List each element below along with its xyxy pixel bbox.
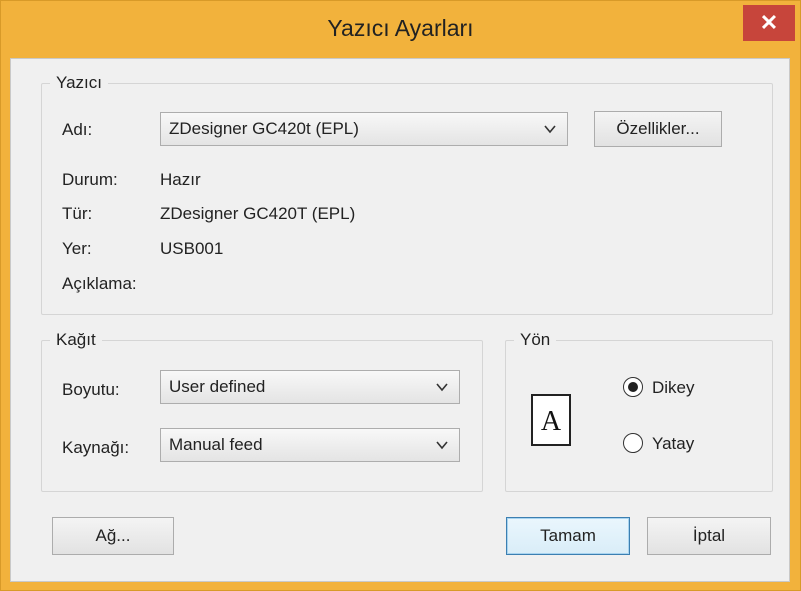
portrait-radio[interactable] <box>623 377 643 397</box>
portrait-label[interactable]: Dikey <box>652 378 695 398</box>
printer-name-select[interactable]: ZDesigner GC420t (EPL) <box>160 112 568 146</box>
landscape-radio[interactable] <box>623 433 643 453</box>
chevron-down-icon <box>544 125 556 134</box>
portrait-page-icon: A <box>531 394 571 446</box>
dialog-title: Yazıcı Ayarları <box>327 15 474 41</box>
ok-button-label: Tamam <box>540 526 596 545</box>
status-value: Hazır <box>160 170 201 189</box>
type-value: ZDesigner GC420T (EPL) <box>160 204 356 223</box>
type-label: Tür: <box>62 204 93 223</box>
orientation-group-legend: Yön <box>514 330 557 350</box>
page-icon-letter: A <box>541 406 562 437</box>
paper-size-value: User defined <box>169 377 266 396</box>
location-value: USB001 <box>160 239 224 258</box>
properties-button-label: Özellikler... <box>616 119 700 138</box>
close-icon: ✕ <box>759 10 779 35</box>
printer-name-value: ZDesigner GC420t (EPL) <box>169 119 359 138</box>
network-button[interactable]: Ağ... <box>52 517 174 555</box>
properties-button[interactable]: Özellikler... <box>594 111 722 147</box>
comment-label: Açıklama: <box>62 274 137 293</box>
chevron-down-icon <box>436 383 448 392</box>
status-label: Durum: <box>62 170 118 189</box>
location-label: Yer: <box>62 239 92 258</box>
landscape-label[interactable]: Yatay <box>652 434 694 454</box>
paper-source-value: Manual feed <box>169 435 263 454</box>
printer-name-label: Adı: <box>62 120 93 139</box>
paper-group-legend: Kağıt <box>50 330 102 350</box>
cancel-button-label: İptal <box>692 526 726 545</box>
paper-source-label: Kaynağı: <box>62 438 130 457</box>
printer-group-legend: Yazıcı <box>50 73 108 93</box>
paper-source-select[interactable]: Manual feed <box>160 428 460 462</box>
ok-button[interactable]: Tamam <box>506 517 630 555</box>
cancel-button[interactable]: İptal <box>647 517 771 555</box>
close-button[interactable]: ✕ <box>743 5 795 41</box>
chevron-down-icon <box>436 441 448 450</box>
paper-size-label: Boyutu: <box>62 380 120 399</box>
title-bar[interactable]: Yazıcı Ayarları ✕ <box>1 1 800 59</box>
paper-group: Kağıt <box>41 330 483 492</box>
paper-size-select[interactable]: User defined <box>160 370 460 404</box>
network-button-label: Ağ... <box>95 526 131 545</box>
